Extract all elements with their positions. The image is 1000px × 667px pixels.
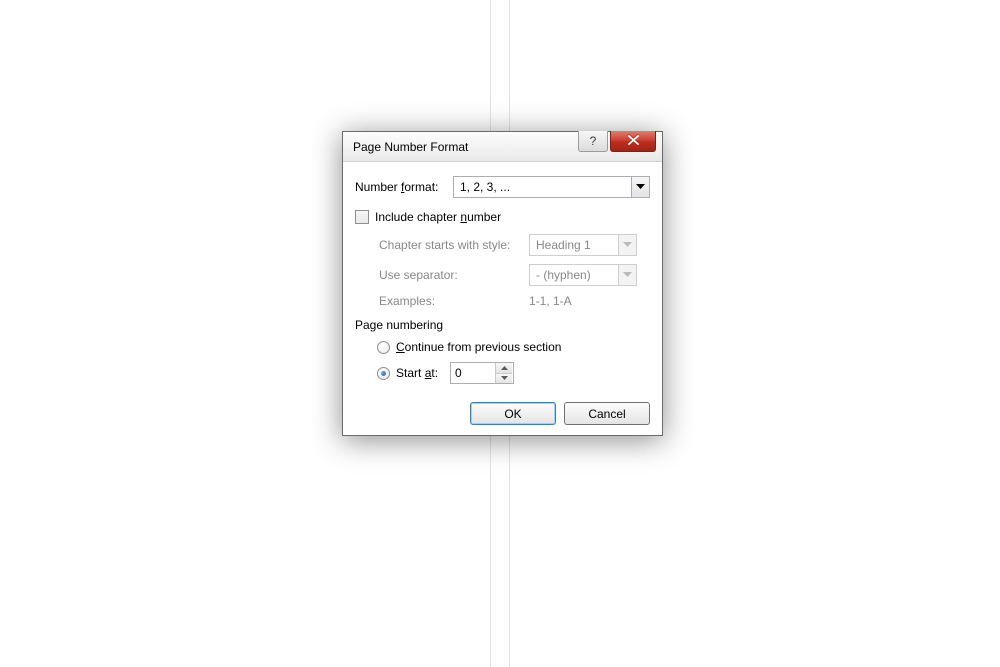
number-format-row: Number format: 1, 2, 3, ... xyxy=(355,176,650,198)
dialog-title: Page Number Format xyxy=(353,140,468,154)
spinner-up[interactable] xyxy=(496,363,512,373)
page-number-format-dialog: Page Number Format ? Number format: 1, 2… xyxy=(342,131,663,436)
spinner-down[interactable] xyxy=(496,373,512,384)
chapter-options: Chapter starts with style: Heading 1 Use… xyxy=(355,234,650,308)
continue-radio[interactable] xyxy=(377,341,390,354)
chapter-style-label: Chapter starts with style: xyxy=(379,238,529,252)
chapter-style-row: Chapter starts with style: Heading 1 xyxy=(379,234,650,256)
close-button[interactable] xyxy=(610,131,656,152)
separator-value: - (hyphen) xyxy=(530,268,618,282)
number-format-combo[interactable]: 1, 2, 3, ... xyxy=(453,176,650,198)
separator-label: Use separator: xyxy=(379,268,529,282)
page-numbering-options: Continue from previous section Start at: xyxy=(355,340,650,384)
number-format-value: 1, 2, 3, ... xyxy=(454,180,631,194)
include-chapter-row[interactable]: Include chapter number xyxy=(355,210,650,224)
continue-radio-row[interactable]: Continue from previous section xyxy=(377,340,650,354)
examples-value: 1-1, 1-A xyxy=(529,294,572,308)
include-chapter-label: Include chapter number xyxy=(375,210,501,224)
examples-label: Examples: xyxy=(379,294,529,308)
examples-row: Examples: 1-1, 1-A xyxy=(379,294,650,308)
separator-row: Use separator: - (hyphen) xyxy=(379,264,650,286)
continue-label: Continue from previous section xyxy=(396,340,561,354)
start-at-radio[interactable] xyxy=(377,367,390,380)
titlebar[interactable]: Page Number Format ? xyxy=(343,132,662,162)
chevron-down-icon xyxy=(618,235,636,255)
help-button[interactable]: ? xyxy=(578,131,608,152)
start-at-input[interactable] xyxy=(451,363,495,383)
start-at-radio-row[interactable]: Start at: xyxy=(377,362,650,384)
include-chapter-checkbox[interactable] xyxy=(355,210,369,224)
dialog-buttons: OK Cancel xyxy=(355,402,650,425)
spinner-arrows xyxy=(495,363,512,383)
cancel-button[interactable]: Cancel xyxy=(564,402,650,425)
help-icon: ? xyxy=(590,134,597,148)
start-at-label: Start at: xyxy=(396,366,438,380)
window-controls: ? xyxy=(578,131,656,152)
chevron-down-icon xyxy=(618,265,636,285)
page-numbering-group-label: Page numbering xyxy=(355,318,650,332)
chevron-down-icon xyxy=(631,177,649,197)
number-format-label: Number format: xyxy=(355,180,453,194)
start-at-spinner[interactable] xyxy=(450,362,514,384)
chapter-style-combo: Heading 1 xyxy=(529,234,637,256)
separator-combo: - (hyphen) xyxy=(529,264,637,286)
dialog-body: Number format: 1, 2, 3, ... Include chap… xyxy=(343,162,662,435)
close-icon xyxy=(628,134,639,148)
ok-button[interactable]: OK xyxy=(470,402,556,425)
chapter-style-value: Heading 1 xyxy=(530,238,618,252)
